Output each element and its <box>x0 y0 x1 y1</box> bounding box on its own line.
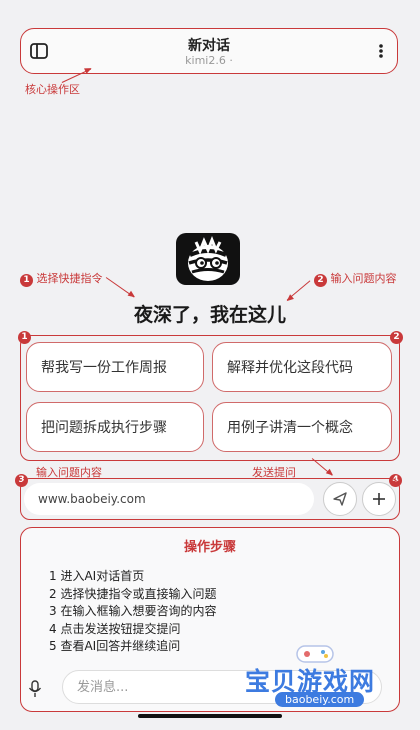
send-button[interactable] <box>323 482 357 516</box>
annotation-arrow <box>105 277 135 298</box>
url-input[interactable]: www.baobeiy.com <box>24 483 314 515</box>
more-button[interactable] <box>377 42 385 60</box>
add-button[interactable] <box>362 482 396 516</box>
plus-icon <box>373 493 385 505</box>
step-item: 3 在输入框输入想要咨询的内容 <box>49 604 217 618</box>
more-icon <box>379 44 383 58</box>
watermark-logo: 宝贝游戏网 baobeiy.com <box>245 640 395 720</box>
home-indicator <box>138 714 282 718</box>
zebra-logo <box>176 233 240 285</box>
watermark-url: baobeiy.com <box>275 692 365 707</box>
shortcut-card[interactable]: 用例子讲清一个概念 <box>212 402 392 452</box>
step-item: 2 选择快捷指令或直接输入问题 <box>49 586 217 601</box>
mic-button[interactable] <box>28 680 42 698</box>
steps-list: 1 进入AI对话首页 2 选择快捷指令或直接输入问题 3 在输入框输入想要咨询的… <box>49 568 216 656</box>
annotation-arrow <box>286 280 311 301</box>
annotation-text: 输入问题内容 <box>330 272 397 285</box>
greeting-text: 夜深了，我在这儿 <box>133 304 286 326</box>
annotation-text: 选择快捷指令 <box>36 272 103 285</box>
step-item: 4 点击发送按钮提交提问 <box>49 621 181 636</box>
model-selector[interactable]: kimi2.6 · <box>21 54 397 67</box>
page-title: 新对话 <box>188 38 230 54</box>
annotation-number: 2 <box>390 331 403 344</box>
step-item: 1 进入AI对话首页 <box>49 569 145 583</box>
shortcut-card[interactable]: 解释并优化这段代码 <box>212 342 392 392</box>
step-item: 5 查看AI回答并继续追问 <box>49 639 181 653</box>
annotation-number: 2 <box>314 274 327 287</box>
annotation-number: 1 <box>20 274 33 287</box>
annotation-number: 1 <box>18 331 31 344</box>
annotation-input-question: 2 输入问题内容 <box>314 270 397 287</box>
annotation-choose-shortcut: 1 选择快捷指令 <box>20 270 103 287</box>
send-icon <box>333 492 347 506</box>
shortcut-card[interactable]: 把问题拆成执行步骤 <box>26 402 204 452</box>
shortcut-card[interactable]: 帮我写一份工作周报 <box>26 342 204 392</box>
steps-title: 操作步骤 <box>183 540 236 555</box>
header-bar: 新对话 kimi2.6 · <box>20 28 398 74</box>
annotation-core-area: 核心操作区 <box>25 83 80 96</box>
mic-icon <box>28 680 42 697</box>
